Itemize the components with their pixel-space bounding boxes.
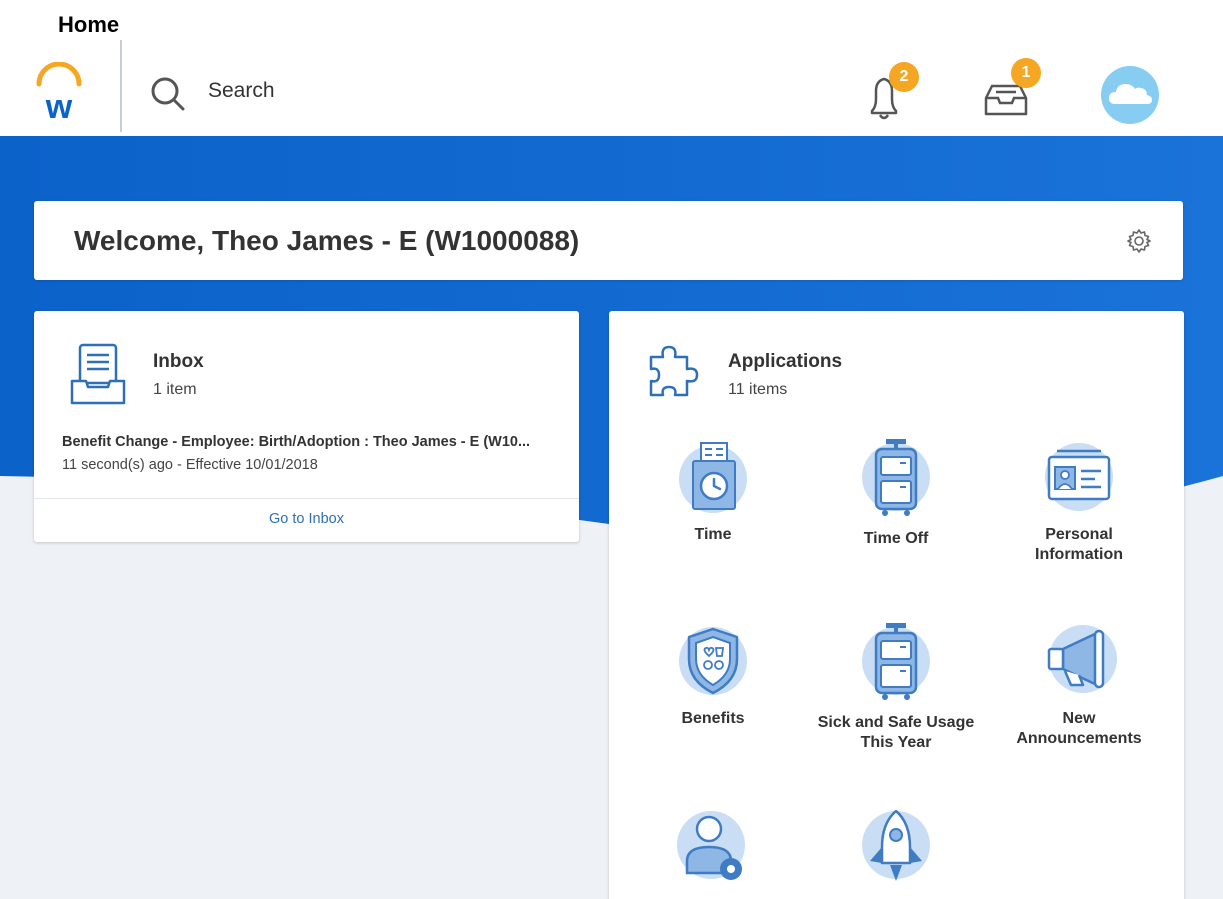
notifications-badge: 2 bbox=[889, 62, 919, 92]
inbox-card-count: 1 item bbox=[153, 381, 197, 398]
welcome-banner: Welcome, Theo James - E (W1000088) bbox=[34, 201, 1183, 280]
app-tile-time-off[interactable]: Time Off bbox=[816, 439, 976, 549]
id-card-icon bbox=[1045, 443, 1113, 511]
app-tile-new-announcements[interactable]: New Announcements bbox=[999, 623, 1159, 749]
app-tile-label: New Announcements bbox=[1016, 710, 1142, 747]
app-tile-label: Time bbox=[694, 526, 732, 543]
benefits-shield-icon bbox=[679, 627, 747, 695]
inbox-task-meta: 11 second(s) ago - Effective 10/01/2018 bbox=[62, 457, 318, 473]
app-tile-rocket[interactable] bbox=[816, 807, 976, 897]
app-tile-person-settings[interactable] bbox=[633, 807, 793, 897]
svg-text:w: w bbox=[45, 88, 73, 122]
search-icon[interactable] bbox=[150, 76, 186, 112]
applications-card-count: 11 items bbox=[728, 381, 788, 398]
notifications-button[interactable]: 2 bbox=[860, 62, 924, 125]
app-tile-sick-and-safe[interactable]: Sick and Safe Usage This Year bbox=[816, 623, 976, 753]
go-to-inbox-link[interactable]: Go to Inbox bbox=[34, 511, 579, 527]
inbox-tray-icon bbox=[68, 341, 128, 412]
luggage-icon bbox=[862, 623, 930, 700]
person-gear-icon bbox=[677, 811, 745, 880]
inbox-badge: 1 bbox=[1011, 58, 1041, 88]
applications-card-title: Applications bbox=[728, 351, 843, 372]
gear-icon[interactable] bbox=[1126, 228, 1152, 254]
inbox-card: Inbox 1 item Benefit Change - Employee: … bbox=[34, 311, 579, 542]
search-input[interactable]: Search bbox=[208, 79, 275, 103]
luggage-icon bbox=[862, 439, 930, 516]
time-clock-icon bbox=[679, 442, 747, 513]
card-divider bbox=[34, 498, 579, 499]
app-tile-label: Personal Information bbox=[1035, 526, 1123, 563]
puzzle-icon bbox=[647, 343, 699, 404]
app-tile-benefits[interactable]: Benefits bbox=[633, 623, 793, 729]
inbox-card-title: Inbox bbox=[153, 351, 204, 372]
megaphone-icon bbox=[1047, 625, 1117, 693]
cloud-icon bbox=[1109, 84, 1152, 104]
welcome-text: Welcome, Theo James - E (W1000088) bbox=[74, 225, 580, 256]
app-tile-personal-information[interactable]: Personal Information bbox=[999, 439, 1159, 565]
inbox-task-title[interactable]: Benefit Change - Employee: Birth/Adoptio… bbox=[62, 434, 562, 450]
app-tile-label: Time Off bbox=[863, 530, 929, 547]
page-label: Home bbox=[58, 12, 120, 37]
top-bar: w Search 2 1 bbox=[0, 40, 1223, 136]
inbox-tray-button[interactable]: 1 bbox=[978, 58, 1044, 122]
avatar[interactable] bbox=[1101, 66, 1159, 124]
rocket-icon bbox=[862, 809, 930, 881]
app-tile-label: Sick and Safe Usage This Year bbox=[817, 714, 975, 751]
workday-logo[interactable]: w bbox=[33, 61, 85, 126]
app-tile-label: Benefits bbox=[681, 710, 745, 727]
app-tile-time[interactable]: Time bbox=[633, 439, 793, 545]
topbar-divider bbox=[120, 40, 122, 132]
applications-card: Applications 11 items Time Time Off Pers… bbox=[609, 311, 1184, 899]
